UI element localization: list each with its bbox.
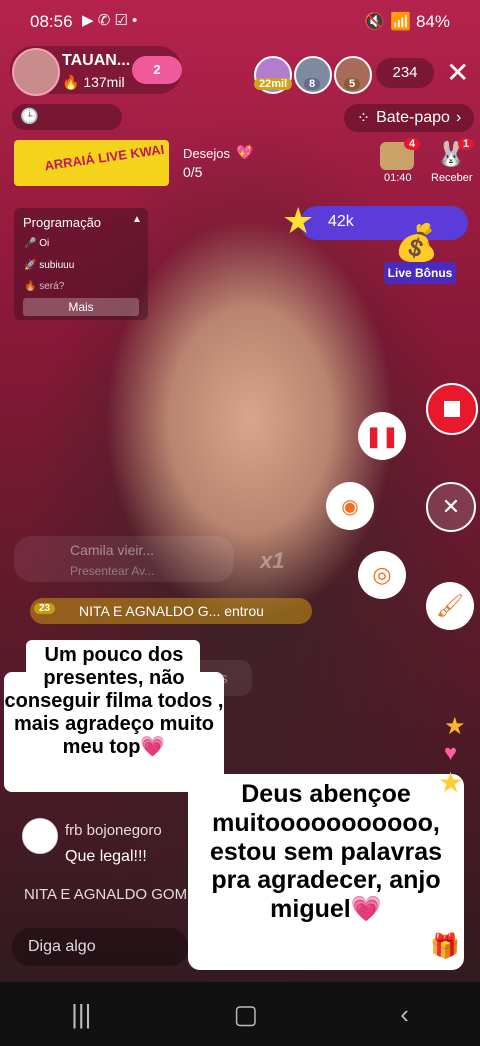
wishes-icon: 💖 xyxy=(236,144,254,160)
live-bonus-bar[interactable]: ★ 42k xyxy=(282,200,468,241)
close-icon[interactable]: ✕ xyxy=(446,56,469,89)
event-banner[interactable]: ARRAIÁ LIVE KWAI xyxy=(14,140,169,186)
system-navbar: ||| ▢ ‹ xyxy=(0,982,480,1046)
star-decoration-icon: ★ xyxy=(444,713,466,740)
close-icon: ✕ xyxy=(441,494,461,519)
clock-icon: 🕒 xyxy=(20,108,39,125)
grid-icon: ⁘ xyxy=(356,110,371,127)
webcam-button[interactable]: ◎ xyxy=(358,551,406,599)
host-avatar[interactable] xyxy=(12,48,60,96)
chat-toggle-button[interactable]: ⁘ Bate-papo › xyxy=(344,104,474,132)
host-name: TAUAN... xyxy=(62,52,131,69)
collapse-icon[interactable]: ▲ xyxy=(132,214,142,225)
gift-multiplier: x1 xyxy=(260,548,285,573)
chat-username[interactable]: frb bojonegoro xyxy=(65,822,162,839)
host-likes: 🔥 137mil xyxy=(62,74,125,90)
chat-message: Que legal!!! xyxy=(65,848,147,865)
stop-recording-button[interactable] xyxy=(426,383,478,435)
comment-placeholder: Diga algo xyxy=(28,938,96,955)
star-decoration-icon: ★ xyxy=(438,767,464,798)
schedule-item: 🔥 será? xyxy=(24,281,65,292)
treasure-timer: 01:40 xyxy=(384,172,412,184)
heart-decoration-icon: ♥ xyxy=(444,740,458,765)
follow-button[interactable]: 2 xyxy=(132,56,182,84)
viewer-count[interactable]: 234 xyxy=(376,58,434,88)
entry-notice: 23 NITA E AGNALDO G... entrou xyxy=(30,598,312,624)
wishes-label: Desejos xyxy=(183,146,230,161)
caption-1: Um pouco dos presentes, não conseguir fi… xyxy=(4,644,224,758)
chevron-right-icon: › xyxy=(455,109,462,126)
close-recording-button[interactable]: ✕ xyxy=(426,482,476,532)
brush-button[interactable]: 🖌 xyxy=(426,582,474,630)
camera-icon: ◉ xyxy=(341,495,359,518)
chat-user-avatar[interactable] xyxy=(22,818,58,854)
schedule-item: 🚀 subiuuu xyxy=(24,260,75,271)
clock-pill[interactable]: 🕒 xyxy=(12,104,122,130)
live-bonus-count: 42k xyxy=(328,213,354,230)
star-icon: ★ xyxy=(282,200,315,241)
treasure-chest-icon[interactable]: 💰 xyxy=(394,222,439,264)
top-viewer-2-badge: 8 xyxy=(304,78,321,90)
schedule-more-button[interactable]: Mais xyxy=(23,298,139,316)
notification-icons: ▶ ✆ ☑ • xyxy=(82,12,138,29)
entry-level: 23 xyxy=(34,603,56,614)
caption-2: Deus abençoe muitooooooooooo, estou sem … xyxy=(188,774,464,970)
top-viewer-1-badge: 22mil xyxy=(254,78,293,90)
chat-ticker: NITA E AGNALDO GOM xyxy=(24,886,188,903)
stop-icon xyxy=(444,401,460,417)
pause-icon: ❚❚ xyxy=(365,425,399,448)
receive-label: Receber xyxy=(431,172,473,184)
flame-icon: 🔥 xyxy=(62,74,80,90)
home-icon[interactable]: ▢ xyxy=(234,999,259,1030)
gift-notice: Camila vieir... Presentear Av... xyxy=(14,536,234,582)
live-bonus-label[interactable]: Live Bônus xyxy=(384,262,456,284)
brush-icon: 🖌 xyxy=(436,593,464,618)
host-card[interactable]: TAUAN... 🔥 137mil 2 xyxy=(10,46,182,96)
wishes-value: 0/5 xyxy=(183,164,203,180)
status-bar: 08:56 ▶ ✆ ☑ • 🔇 📶 84% xyxy=(0,0,480,44)
comment-input[interactable]: Diga algo xyxy=(12,928,188,966)
status-time: 08:56 xyxy=(30,12,73,31)
status-right: 🔇 📶 84% xyxy=(364,12,450,31)
back-icon[interactable]: ‹ xyxy=(400,999,409,1030)
screenshot-button[interactable]: ◉ xyxy=(326,482,374,530)
event-banner-text: ARRAIÁ LIVE KWAI xyxy=(43,141,166,174)
gift-icon[interactable]: 🎁 xyxy=(430,932,460,961)
schedule-item: 🎤 Oi xyxy=(24,238,50,249)
recent-apps-icon[interactable]: ||| xyxy=(71,999,91,1030)
treasure-badge: 4 xyxy=(404,138,421,150)
pause-button[interactable]: ❚❚ xyxy=(358,412,406,460)
schedule-panel: Programação ▲ 🎤 Oi 🚀 subiuuu 🔥 será? Mai… xyxy=(14,208,148,320)
receive-badge: 1 xyxy=(458,138,475,150)
webcam-icon: ◎ xyxy=(372,562,392,587)
top-viewer-3-badge: 5 xyxy=(344,78,361,90)
schedule-title: Programação xyxy=(23,215,102,230)
